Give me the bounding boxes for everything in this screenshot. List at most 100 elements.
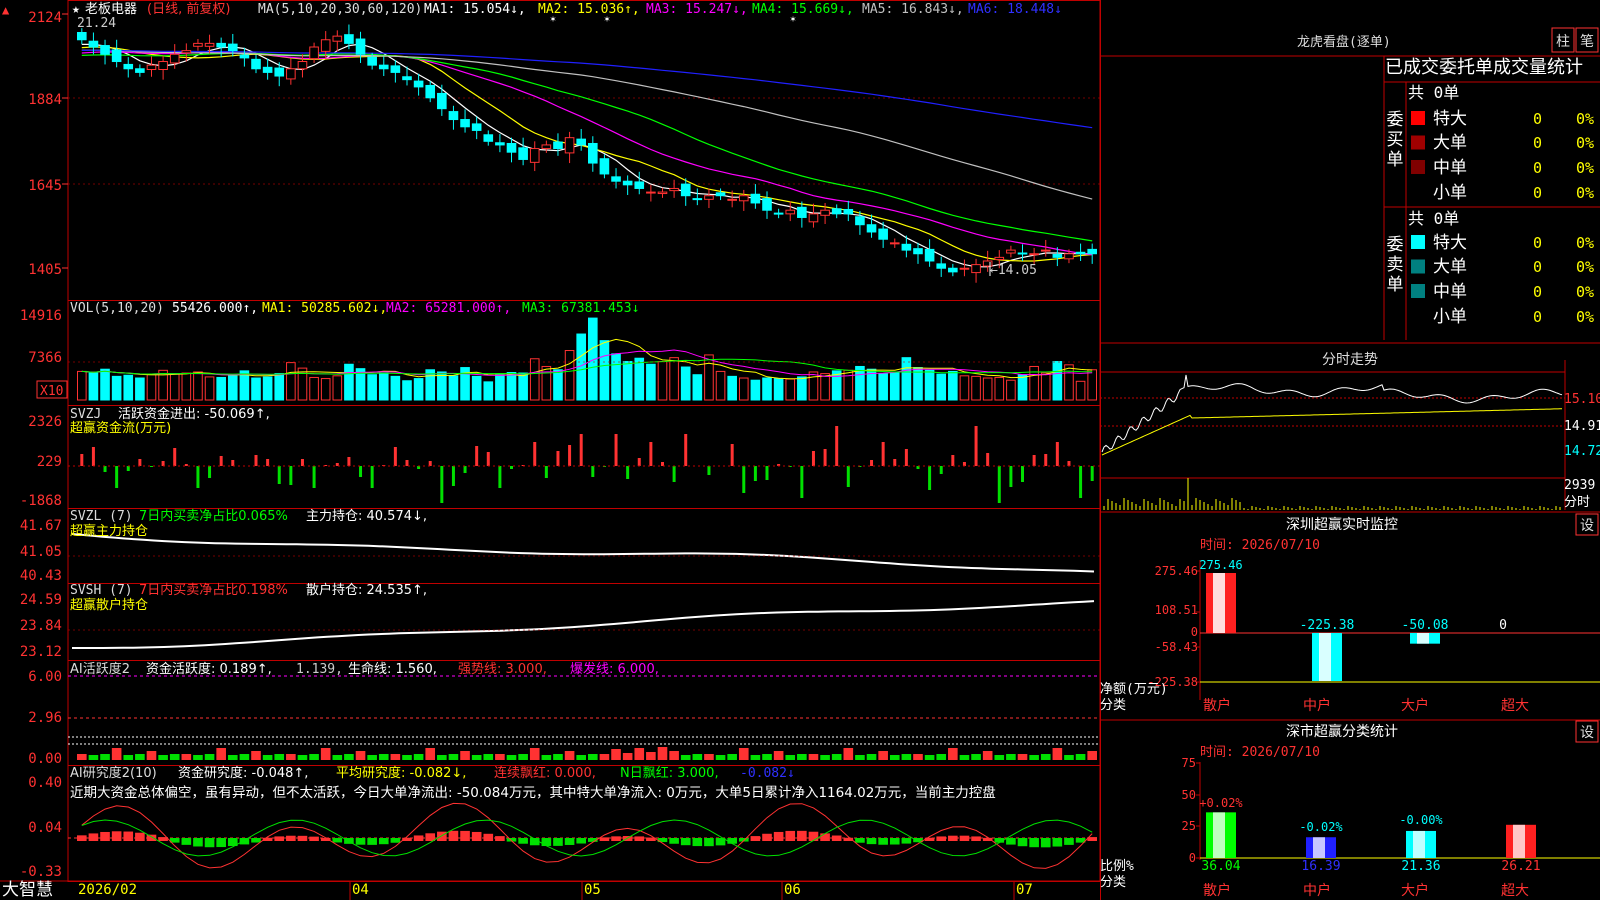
volume-bar <box>181 372 192 401</box>
price-tick: 2124 <box>28 10 62 26</box>
activity-bar <box>680 755 691 760</box>
research-bar <box>576 838 586 844</box>
monitor-bar <box>1410 633 1440 644</box>
activity-bar <box>367 755 377 760</box>
candle-body <box>204 42 215 47</box>
ai1-l2: 1.139, <box>296 662 343 677</box>
sz-class-value: 21.36 <box>1401 859 1440 874</box>
candle-body <box>123 63 134 70</box>
activity-bar <box>448 754 459 760</box>
sz-class-category: 大户 <box>1401 882 1429 899</box>
research-bar <box>123 831 134 841</box>
sz-ytick: 108.51 <box>1155 603 1198 617</box>
volume-bar <box>843 369 854 401</box>
candle-body <box>216 42 226 48</box>
candle-body <box>1040 249 1051 252</box>
svzl-sub: 超赢主力持仓 <box>70 523 148 539</box>
sell-row-name: 特大 <box>1433 233 1467 253</box>
volume-bar <box>1006 379 1016 401</box>
activity-bar <box>634 748 645 760</box>
candle-body <box>367 56 377 66</box>
activity-bar <box>286 754 296 760</box>
activity-bar <box>913 754 923 760</box>
stock-terminal: ✶ ✶ ✶ 2124 1884 1645 1405 14916 7366 2326 … <box>0 0 1600 900</box>
corner-chip-icon[interactable]: ▲ <box>2 3 10 17</box>
date-tick[interactable]: 06 <box>784 882 801 898</box>
sell-row-pct: 0% <box>1576 308 1594 326</box>
volume-bar <box>692 374 703 401</box>
research-bar <box>274 836 285 841</box>
sz-bar-value: 0 <box>1499 618 1507 633</box>
activity-bar <box>948 748 958 760</box>
volume-bar <box>320 378 331 401</box>
volume-bar <box>785 378 796 401</box>
volume-bar <box>204 376 215 401</box>
buy-row-pct: 0% <box>1576 159 1594 177</box>
activity-bar <box>425 748 436 760</box>
ai1-l5: 爆发线: 6.000, <box>570 661 659 677</box>
candle-body <box>1052 253 1063 258</box>
monitor-bar-shine <box>1319 633 1331 681</box>
ma2-label: MA2: 15.036↑, <box>538 2 640 17</box>
research-bar <box>959 835 970 841</box>
research-bar <box>181 838 192 845</box>
candle-body <box>251 58 261 70</box>
sz-class-ytick: 25 <box>1182 819 1196 833</box>
vol-tick: 7366 <box>28 350 62 366</box>
volume-bar <box>135 377 145 401</box>
research-bar <box>460 830 470 841</box>
date-tick[interactable]: 05 <box>584 882 601 898</box>
class-bar-shine <box>1413 830 1425 858</box>
date-tick[interactable]: 04 <box>352 882 369 898</box>
candle-body <box>448 111 459 121</box>
vol-ma3: MA3: 67381.453↓ <box>522 301 639 316</box>
volume-bar <box>599 340 610 401</box>
sz-category: 大户 <box>1401 697 1429 714</box>
activity-bar <box>413 754 424 760</box>
volume-bar <box>437 371 447 401</box>
activity-bar <box>204 754 215 760</box>
date-tick[interactable]: 2026/02 <box>78 882 137 898</box>
volume-bar <box>262 376 273 401</box>
candle-body <box>750 193 761 204</box>
candle-body <box>913 248 923 255</box>
research-bar <box>797 830 807 841</box>
research-bar <box>541 838 552 847</box>
date-tick[interactable]: 07 <box>1016 882 1033 898</box>
ai1-tick: 2.96 <box>28 710 62 726</box>
ai2-tick: 0.04 <box>28 820 62 836</box>
activity-bar <box>320 748 331 760</box>
svsh-label: 7日内买卖净占比0.198% <box>139 582 288 598</box>
buy-row-count: 0 <box>1533 159 1542 177</box>
candle-body <box>646 191 656 194</box>
research-bar <box>750 836 761 841</box>
sz-ytick: 0 <box>1191 625 1198 639</box>
activity-bar <box>135 754 145 760</box>
research-bar <box>495 836 505 841</box>
candle-body <box>704 195 714 200</box>
research-bar <box>88 833 99 841</box>
research-bar <box>367 838 377 845</box>
research-bar <box>634 836 645 841</box>
monitor-bar-shine <box>1417 633 1429 644</box>
activity-bar <box>506 755 517 760</box>
volume-bar <box>88 372 99 401</box>
research-bar <box>971 836 981 841</box>
intraday-title: 分时走势 <box>1322 352 1378 368</box>
volume-bar <box>100 368 110 401</box>
candle-body <box>797 206 807 218</box>
class-bar <box>1306 837 1336 858</box>
activity-bar <box>169 754 180 760</box>
activity-bar <box>518 754 528 760</box>
candle-body <box>564 137 575 154</box>
activity-bar <box>762 754 772 760</box>
research-bar <box>878 838 888 845</box>
candle-body <box>471 123 482 131</box>
activity-bar <box>77 754 87 760</box>
volume-bar <box>1075 380 1086 401</box>
volume-bar <box>390 375 401 401</box>
candle-body <box>518 147 528 160</box>
vol-unit: X10 <box>40 384 63 399</box>
candle-body <box>855 216 865 226</box>
activity-bar <box>936 754 947 760</box>
